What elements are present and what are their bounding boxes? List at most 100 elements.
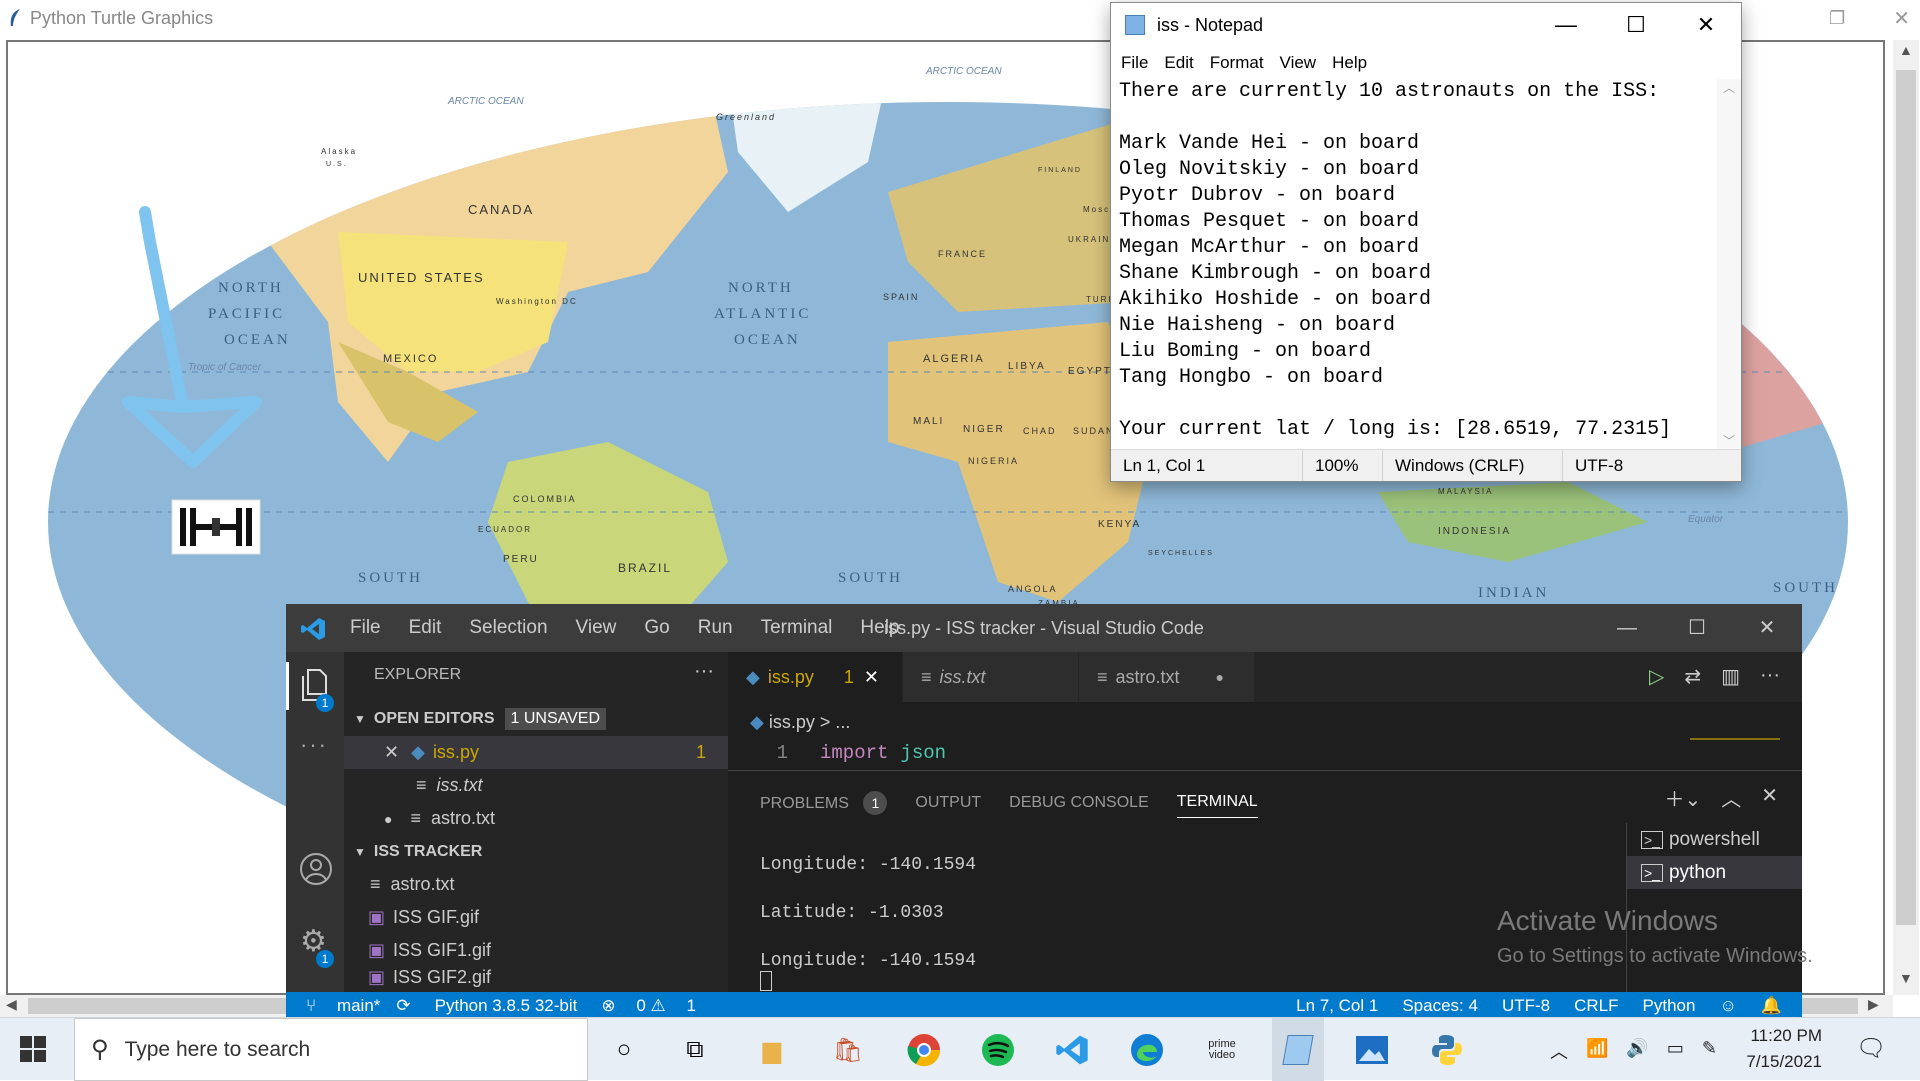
- volume-icon[interactable]: 🔊: [1626, 1038, 1648, 1064]
- eol[interactable]: CRLF: [1574, 996, 1618, 1016]
- file-item[interactable]: ▣ ISS GIF1.gif: [344, 934, 728, 967]
- vs-menu-help[interactable]: Help: [860, 617, 899, 639]
- compare-icon[interactable]: ⇄: [1684, 664, 1701, 689]
- minimize-icon[interactable]: —: [1531, 3, 1601, 47]
- vs-menu-go[interactable]: Go: [644, 617, 669, 639]
- scroll-left-icon[interactable]: ◀: [6, 996, 17, 1013]
- feather-icon: [10, 9, 20, 26]
- menu-help[interactable]: Help: [1332, 53, 1367, 73]
- close-icon[interactable]: ✕: [1671, 3, 1741, 47]
- split-editor-icon[interactable]: ▥: [1721, 664, 1740, 689]
- unsaved-dot-icon[interactable]: ●: [1216, 669, 1224, 685]
- scroll-down-icon[interactable]: ▼: [1899, 970, 1913, 986]
- vs-menu-edit[interactable]: Edit: [409, 617, 442, 639]
- close-icon[interactable]: ✕: [384, 742, 399, 763]
- notifications-icon[interactable]: 🗨: [1856, 1034, 1886, 1063]
- notepad-text-area[interactable]: There are currently 10 astronauts on the…: [1117, 79, 1713, 449]
- terminal-item-powershell[interactable]: >_ powershell: [1627, 823, 1802, 856]
- close-icon[interactable]: ✕: [1893, 6, 1910, 31]
- panel-tab-debug-console[interactable]: DEBUG CONSOLE: [1009, 794, 1149, 812]
- open-editor-iss-txt[interactable]: ≡ iss.txt: [344, 769, 728, 802]
- project-header[interactable]: ▼ ISS TRACKER: [344, 835, 728, 868]
- maximize-icon[interactable]: ☐: [1601, 3, 1671, 47]
- terminal-item-python[interactable]: >_ python: [1627, 856, 1802, 889]
- menu-file[interactable]: File: [1121, 53, 1148, 73]
- close-icon[interactable]: ✕: [1732, 604, 1802, 652]
- menu-view[interactable]: View: [1280, 53, 1317, 73]
- close-panel-icon[interactable]: ✕: [1761, 783, 1778, 812]
- language-mode[interactable]: Python: [1643, 996, 1696, 1016]
- file-explorer-icon[interactable]: ▆: [750, 1028, 794, 1072]
- file-item[interactable]: ▣ ISS GIF.gif: [344, 901, 728, 934]
- notepad-taskbar-icon[interactable]: [1272, 1018, 1324, 1081]
- spotify-icon[interactable]: [976, 1028, 1020, 1072]
- scroll-down-icon[interactable]: ﹀: [1717, 432, 1741, 449]
- explorer-more-icon[interactable]: ···: [694, 660, 714, 683]
- panel-tab-terminal[interactable]: TERMINAL: [1176, 793, 1258, 818]
- panel-tab-output[interactable]: OUTPUT: [915, 794, 981, 812]
- chrome-icon[interactable]: [902, 1028, 946, 1072]
- vs-menu-run[interactable]: Run: [698, 617, 733, 639]
- cortana-icon[interactable]: ○: [602, 1028, 646, 1072]
- scroll-up-icon[interactable]: ︿: [1717, 79, 1741, 96]
- cursor-position[interactable]: Ln 7, Col 1: [1296, 996, 1378, 1016]
- terminal-output[interactable]: Longitude: -140.1594 Latitude: -1.0303 L…: [760, 841, 976, 985]
- sync-icon[interactable]: ⟳: [396, 996, 410, 1016]
- indentation[interactable]: Spaces: 4: [1402, 996, 1478, 1016]
- more-icon[interactable]: ···: [300, 732, 328, 758]
- menu-edit[interactable]: Edit: [1164, 53, 1193, 73]
- clock[interactable]: 11:20 PM 7/15/2021: [1738, 1026, 1822, 1072]
- run-icon[interactable]: ▷: [1649, 664, 1664, 689]
- feedback-icon[interactable]: ☺: [1719, 996, 1736, 1016]
- store-icon[interactable]: 🛍: [826, 1028, 870, 1072]
- tab-astro-txt[interactable]: ≡ astro.txt ●: [1079, 652, 1255, 702]
- open-editor-iss-py[interactable]: ✕ ◆ iss.py 1: [344, 736, 728, 769]
- python-interpreter[interactable]: Python 3.8.5 32-bit: [435, 996, 578, 1016]
- minimize-icon[interactable]: —: [1592, 604, 1662, 652]
- minimap[interactable]: [1690, 738, 1780, 766]
- tab-iss-txt[interactable]: ≡ iss.txt: [903, 652, 1079, 702]
- vs-menu-terminal[interactable]: Terminal: [761, 617, 833, 639]
- maximize-panel-icon[interactable]: ︿: [1721, 783, 1741, 812]
- open-editors-header[interactable]: ▼ OPEN EDITORS 1 UNSAVED: [344, 702, 728, 735]
- notifications-bell-icon[interactable]: 🔔: [1761, 996, 1782, 1016]
- network-icon[interactable]: 📶: [1586, 1038, 1608, 1064]
- scroll-up-icon[interactable]: ▲: [1899, 42, 1913, 58]
- account-icon[interactable]: [299, 852, 333, 886]
- file-item[interactable]: ▣ ISS GIF2.gif: [344, 967, 728, 992]
- code-line[interactable]: 1 import json: [728, 738, 1802, 768]
- tab-iss-py[interactable]: ◆ iss.py 1 ✕: [728, 652, 903, 702]
- vs-menu-view[interactable]: View: [576, 617, 617, 639]
- add-terminal-icon[interactable]: ＋⌄: [1664, 783, 1701, 812]
- close-icon[interactable]: ✕: [864, 667, 879, 688]
- vs-menu-selection[interactable]: Selection: [469, 617, 547, 639]
- show-hidden-icons-icon[interactable]: ︿: [1550, 1038, 1568, 1064]
- taskbar-search[interactable]: ⚲ Type here to search: [74, 1018, 588, 1081]
- panel-tab-problems[interactable]: PROBLEMS 1: [760, 790, 888, 815]
- scroll-right-icon[interactable]: ▶: [1868, 996, 1879, 1013]
- turtle-vertical-scroll-thumb[interactable]: [1896, 70, 1916, 925]
- file-item[interactable]: ≡ astro.txt: [344, 868, 728, 901]
- windows-start-icon[interactable]: [20, 1036, 46, 1062]
- python-taskbar-icon[interactable]: [1425, 1028, 1469, 1072]
- vs-menu-file[interactable]: File: [350, 617, 381, 639]
- open-editor-astro-txt[interactable]: ● ≡ astro.txt: [344, 802, 728, 835]
- maximize-icon[interactable]: ☐: [1662, 604, 1732, 652]
- problems-status[interactable]: ⊗ 0 ⚠ 1: [601, 996, 696, 1016]
- restore-icon[interactable]: ❐: [1829, 8, 1845, 29]
- branch-status[interactable]: ⑂ main*: [306, 996, 380, 1016]
- more-icon[interactable]: ···: [1760, 664, 1780, 689]
- encoding[interactable]: UTF-8: [1502, 996, 1550, 1016]
- photos-icon[interactable]: [1350, 1028, 1394, 1072]
- battery-icon[interactable]: ▭: [1667, 1038, 1684, 1064]
- prime-video-icon[interactable]: prime video: [1200, 1028, 1244, 1072]
- task-view-icon[interactable]: ⧉: [673, 1028, 717, 1072]
- pen-icon[interactable]: ✎: [1702, 1038, 1717, 1064]
- edge-icon[interactable]: [1125, 1028, 1169, 1072]
- vscode-taskbar-icon[interactable]: [1050, 1028, 1094, 1072]
- map-label-us: UNITED STATES: [358, 270, 485, 285]
- breadcrumb-rest[interactable]: ...: [835, 712, 850, 732]
- menu-format[interactable]: Format: [1210, 53, 1264, 73]
- breadcrumb-file[interactable]: iss.py: [769, 712, 815, 732]
- notepad-scrollbar[interactable]: ︿ ﹀: [1717, 79, 1741, 449]
